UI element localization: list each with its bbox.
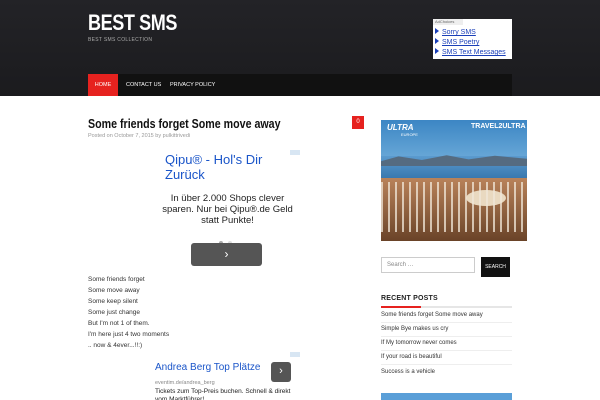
content-ad-eventim[interactable]: Andrea Berg Top Plätze eventim.de/andrea… [155, 352, 300, 400]
ad-open-button[interactable]: › [271, 362, 291, 382]
post-line: Some keep silent [88, 298, 138, 305]
heading-underline [381, 306, 512, 308]
site-description: BEST SMS COLLECTION [88, 37, 153, 43]
ad-url[interactable]: eventim.de/andrea_berg [155, 380, 215, 386]
post-line: .. now & 4ever...!!:) [88, 342, 143, 349]
chevron-right-icon: › [224, 247, 229, 261]
ad-link-sms-text-messages[interactable]: SMS Text Messages [435, 48, 506, 57]
post-line: Some move away [88, 287, 140, 294]
nav-item-home[interactable]: HOME [88, 74, 118, 96]
divider [381, 350, 512, 351]
recent-post-link[interactable]: Some friends forget Some move away [381, 312, 483, 318]
ad-body: In über 2.000 Shops clever sparen. Nur b… [162, 193, 293, 226]
ad-link-sorry-sms[interactable]: Sorry SMS [435, 28, 476, 37]
post-title[interactable]: Some friends forget Some move away [88, 116, 281, 131]
main-nav: HOME CONTACT US PRIVACY POLICY [88, 74, 512, 96]
nav-item-privacy-policy[interactable]: PRIVACY POLICY [162, 74, 223, 96]
ad-next-button[interactable]: › [191, 243, 262, 266]
banner-brand-sub: EUROPE [401, 132, 418, 137]
comment-count-badge[interactable]: 0 [352, 116, 364, 129]
site-title[interactable]: BEST SMS [88, 10, 177, 36]
post-line: I'm here just 4 two moments [88, 331, 170, 338]
recent-post-link[interactable]: If your road is beautiful [381, 354, 442, 360]
divider [381, 336, 512, 337]
search-input[interactable]: Search … [381, 257, 475, 273]
recent-post-link[interactable]: If My tomorrow never comes [381, 340, 457, 346]
divider [381, 364, 512, 365]
post-meta: Posted on October 7, 2015 by pulkittrive… [88, 133, 191, 139]
banner-travel-logo: TRAVEL2ULTRA [471, 123, 526, 130]
header-ad: AdChoices Sorry SMS SMS Poetry SMS Text … [433, 19, 512, 59]
ad-description: Tickets zum Top-Preis buchen. Schnell & … [155, 388, 291, 400]
divider [381, 322, 512, 323]
sidebar-banner-ad[interactable]: ULTRA EUROPE TRAVEL2ULTRA [381, 120, 527, 241]
content-ad-qipu[interactable]: Qipu® - Hol's Dir Zurück In über 2.000 S… [155, 150, 300, 270]
ad-title[interactable]: Qipu® - Hol's Dir Zurück [165, 152, 300, 182]
ad-title[interactable]: Andrea Berg Top Plätze [155, 362, 260, 373]
ad-link-sms-poetry[interactable]: SMS Poetry [435, 38, 479, 47]
post-line: Some just change [88, 309, 141, 316]
banner-railing [381, 182, 527, 232]
recent-posts-heading: RECENT POSTS [381, 295, 438, 302]
banner-brand-logo: ULTRA [387, 123, 414, 132]
search-button[interactable]: SEARCH [481, 257, 510, 277]
recent-post-link[interactable]: Success is a vehicle [381, 369, 435, 375]
adchoices-label[interactable]: AdChoices [433, 19, 463, 25]
site-header: BEST SMS BEST SMS COLLECTION AdChoices S… [0, 0, 600, 96]
post-line: But I'm not 1 of them. [88, 320, 150, 327]
adchoices-icon[interactable] [290, 352, 300, 357]
sidebar-ad-bottom[interactable] [381, 393, 512, 400]
chevron-right-icon: › [279, 365, 283, 377]
recent-post-link[interactable]: Simple Bye makes us cry [381, 326, 448, 332]
post-line: Some friends forget [88, 276, 145, 283]
